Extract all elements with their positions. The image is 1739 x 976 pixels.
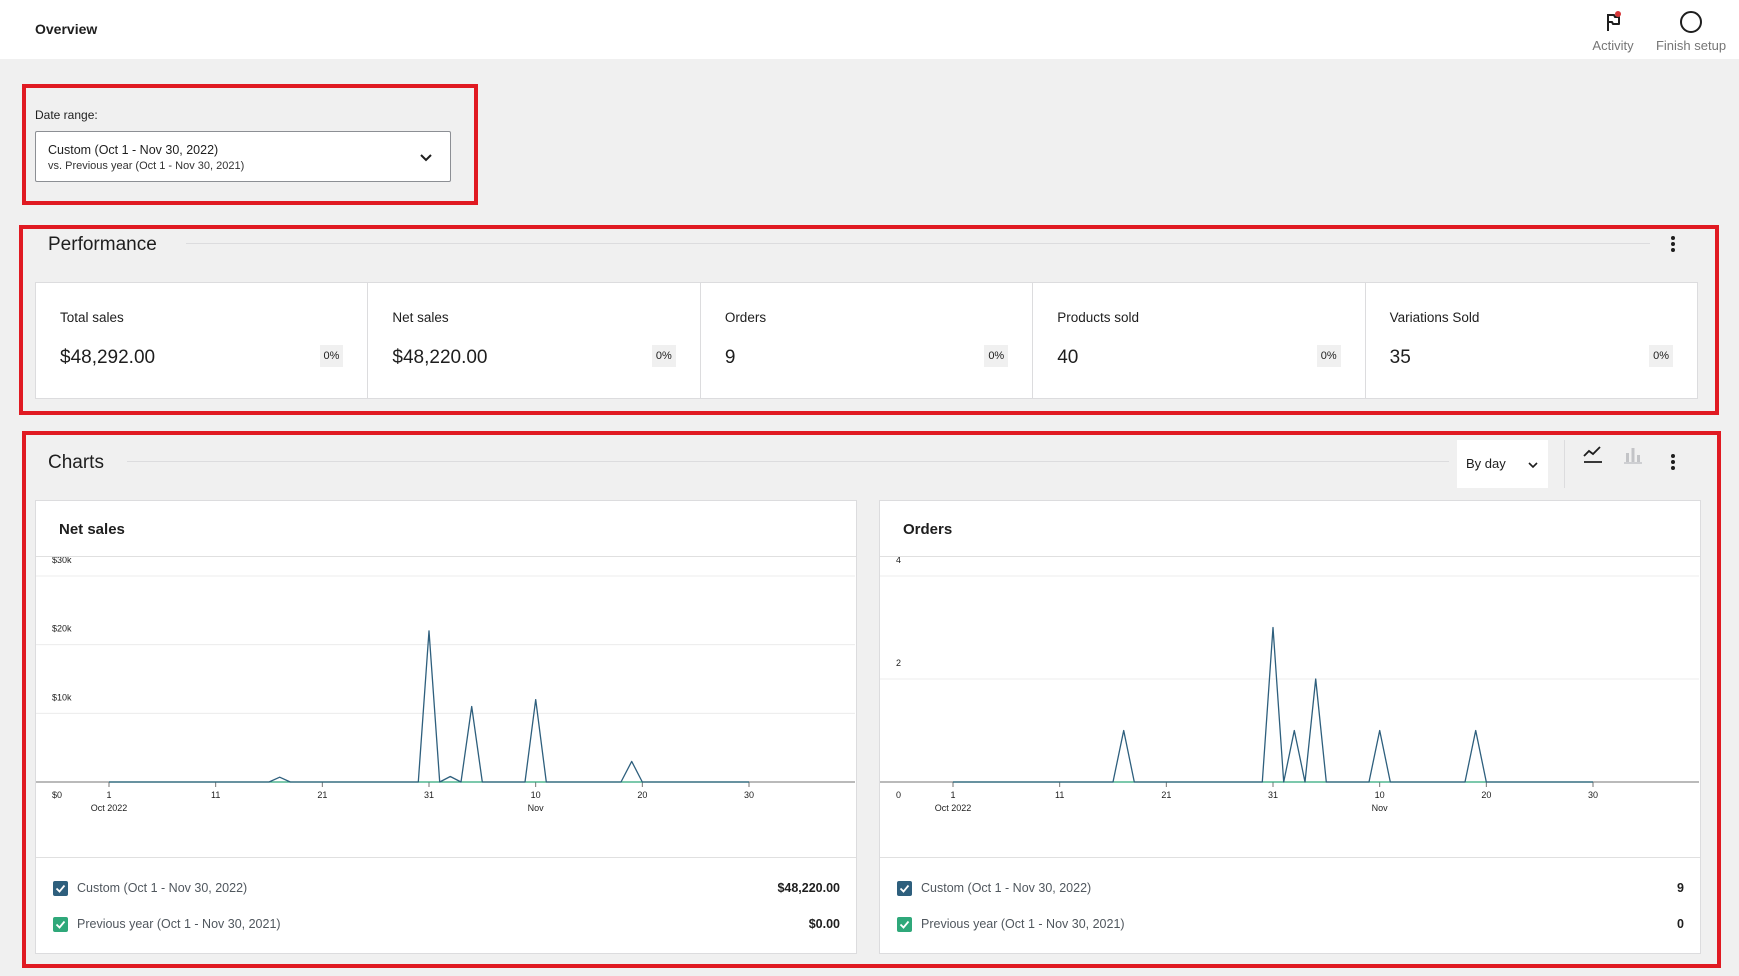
x-tick-label: 21	[1161, 790, 1171, 800]
chevron-down-icon	[1528, 462, 1538, 469]
legend-total: $0.00	[808, 917, 840, 931]
performance-stats: Total sales $48,292.00 0% Net sales $48,…	[35, 282, 1698, 399]
y-tick-label: 4	[896, 557, 901, 565]
activity-button[interactable]: Activity	[1571, 9, 1655, 53]
orders-plot: 0 2 4 1 Oct 2022 11 21 31 10 Nov 20 30	[880, 557, 1699, 813]
finish-setup-button[interactable]: Finish setup	[1649, 9, 1733, 53]
finish-setup-label: Finish setup	[1655, 38, 1727, 53]
stat-value: 9	[724, 347, 736, 368]
chart-title: Net sales	[59, 521, 125, 538]
chart-title: Orders	[903, 521, 953, 538]
stat-products-sold[interactable]: Products sold 40 0%	[1033, 283, 1366, 398]
x-tick-label: 20	[637, 790, 647, 800]
progress-circle-icon	[1680, 11, 1702, 33]
x-subtick-label: Oct 2022	[91, 803, 128, 813]
page-title: Overview	[35, 21, 98, 37]
performance-title: Performance	[48, 234, 157, 255]
line-chart-icon[interactable]	[1581, 443, 1605, 467]
y-tick-label: $30k	[52, 557, 72, 565]
legend-item-previous[interactable]: Previous year (Oct 1 - Nov 30, 2021) $0.…	[53, 916, 840, 934]
legend-total: 0	[1677, 917, 1684, 931]
date-range-primary: Custom (Oct 1 - Nov 30, 2022)	[48, 143, 219, 157]
stat-label: Products sold	[1057, 310, 1140, 325]
stat-delta-badge: 0%	[651, 345, 676, 367]
interval-select[interactable]: By day	[1457, 440, 1548, 488]
chart-footer-divider	[36, 857, 856, 858]
legend-item-current[interactable]: Custom (Oct 1 - Nov 30, 2022) 9	[897, 880, 1684, 898]
stat-delta-badge: 0%	[319, 345, 344, 367]
y-tick-label: $0	[52, 790, 62, 800]
stat-value: $48,292.00	[60, 347, 156, 368]
stat-label: Orders	[724, 310, 767, 325]
checkbox-checked-icon[interactable]	[897, 917, 912, 932]
x-tick-label: 30	[744, 790, 754, 800]
stat-value: 35	[1389, 347, 1411, 368]
charts-title: Charts	[48, 452, 104, 473]
x-tick-label: 1	[106, 790, 111, 800]
performance-menu-icon[interactable]	[1663, 234, 1683, 254]
date-range-select[interactable]: Custom (Oct 1 - Nov 30, 2022) vs. Previo…	[35, 131, 451, 182]
bar-chart-icon[interactable]	[1621, 443, 1645, 467]
stat-label: Total sales	[60, 310, 124, 325]
x-tick-label: 11	[1055, 790, 1064, 800]
x-subtick-label: Nov	[528, 803, 545, 813]
y-tick-label: $20k	[52, 624, 72, 634]
performance-divider	[186, 243, 1650, 244]
x-subtick-label: Nov	[1372, 803, 1389, 813]
x-tick-label: 21	[317, 790, 327, 800]
legend-label: Custom (Oct 1 - Nov 30, 2022)	[921, 881, 1092, 895]
stat-value: 40	[1057, 347, 1079, 368]
date-range-label: Date range:	[35, 108, 98, 122]
x-tick-label: 11	[211, 790, 220, 800]
activity-label: Activity	[1592, 38, 1634, 53]
x-tick-label: 10	[1375, 790, 1385, 800]
x-tick-label: 1	[950, 790, 955, 800]
stat-delta-badge: 0%	[984, 345, 1009, 367]
date-range-secondary: vs. Previous year (Oct 1 - Nov 30, 2021)	[48, 160, 245, 172]
legend-label: Previous year (Oct 1 - Nov 30, 2021)	[77, 917, 281, 931]
charts-divider	[127, 461, 1449, 462]
y-tick-label: $10k	[52, 692, 72, 702]
chevron-down-icon	[420, 154, 432, 162]
orders-chart-card: Orders 0 2 4 1 Oct 2022 11 21 31 10 Nov 20 30 Custo…	[879, 500, 1701, 954]
stat-total-sales[interactable]: Total sales $48,292.00 0%	[36, 283, 369, 398]
legend-total: 9	[1677, 881, 1684, 895]
stat-value: $48,220.00	[392, 347, 488, 368]
stat-net-sales[interactable]: Net sales $48,220.00 0%	[368, 283, 701, 398]
x-tick-label: 31	[424, 790, 434, 800]
legend-label: Previous year (Oct 1 - Nov 30, 2021)	[921, 917, 1125, 931]
x-tick-label: 10	[531, 790, 541, 800]
checkbox-checked-icon[interactable]	[53, 917, 68, 932]
flag-icon	[1607, 11, 1621, 31]
chart-footer-divider	[880, 857, 1700, 858]
stat-label: Variations Sold	[1389, 310, 1480, 325]
x-subtick-label: Oct 2022	[935, 803, 972, 813]
stat-variations-sold[interactable]: Variations Sold 35 0%	[1366, 283, 1697, 398]
legend-label: Custom (Oct 1 - Nov 30, 2022)	[77, 881, 248, 895]
checkbox-checked-icon[interactable]	[897, 881, 912, 896]
legend-item-previous[interactable]: Previous year (Oct 1 - Nov 30, 2021) 0	[897, 916, 1684, 934]
series-line-current	[953, 626, 1593, 783]
top-bar: Overview Activity Finish setup	[0, 0, 1739, 59]
x-tick-label: 31	[1268, 790, 1278, 800]
stat-label: Net sales	[392, 310, 449, 325]
stat-delta-badge: 0%	[1649, 345, 1674, 367]
stat-orders[interactable]: Orders 9 0%	[701, 283, 1034, 398]
charts-menu-icon[interactable]	[1663, 452, 1683, 472]
x-tick-label: 30	[1588, 790, 1598, 800]
net-sales-plot: $0 $10k $20k $30k 1 Oct 2022 11 21 31 10 Nov 20 30	[36, 557, 855, 813]
net-sales-chart-card: Net sales $0 $10k $20k $30k 1 Oct 2022 11 21 31 1…	[35, 500, 857, 954]
legend-total: $48,220.00	[777, 881, 840, 895]
series-line-current	[109, 630, 749, 783]
interval-value: By day	[1466, 456, 1506, 471]
y-tick-label: 0	[896, 790, 901, 800]
checkbox-checked-icon[interactable]	[53, 881, 68, 896]
legend-item-current[interactable]: Custom (Oct 1 - Nov 30, 2022) $48,220.00	[53, 880, 840, 898]
x-tick-label: 20	[1481, 790, 1491, 800]
chart-type-divider	[1564, 440, 1565, 488]
y-tick-label: 2	[896, 658, 901, 668]
stat-delta-badge: 0%	[1316, 345, 1341, 367]
